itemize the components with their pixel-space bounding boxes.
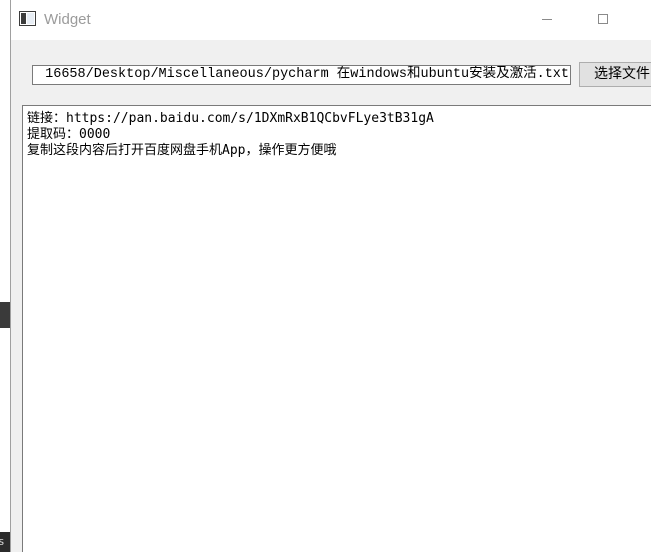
widget-window: Widget 16658/Desktop/Miscellaneous/pycha… [10, 0, 651, 552]
desktop-background [0, 0, 10, 552]
maximize-icon [598, 14, 608, 24]
title-bar[interactable]: Widget [11, 0, 651, 40]
background-edge-text: s [0, 532, 10, 552]
text-content-area[interactable]: 链接：https://pan.baidu.com/s/1DXmRxB1QCbvF… [22, 105, 651, 552]
minimize-button[interactable] [524, 0, 570, 40]
app-window-icon [19, 11, 36, 26]
background-window-edge [0, 302, 10, 328]
choose-file-button[interactable]: 选择文件 [579, 62, 651, 87]
instruction-line: 复制这段内容后打开百度网盘手机App，操作更方便哦 [27, 143, 337, 158]
minimize-icon [542, 19, 552, 20]
window-title: Widget [44, 11, 91, 28]
link-line: 链接：https://pan.baidu.com/s/1DXmRxB1QCbvF… [27, 111, 434, 126]
maximize-button[interactable] [580, 0, 626, 40]
extraction-code-line: 提取码：0000 [27, 127, 111, 142]
file-path-input[interactable]: 16658/Desktop/Miscellaneous/pycharm 在win… [32, 65, 571, 85]
